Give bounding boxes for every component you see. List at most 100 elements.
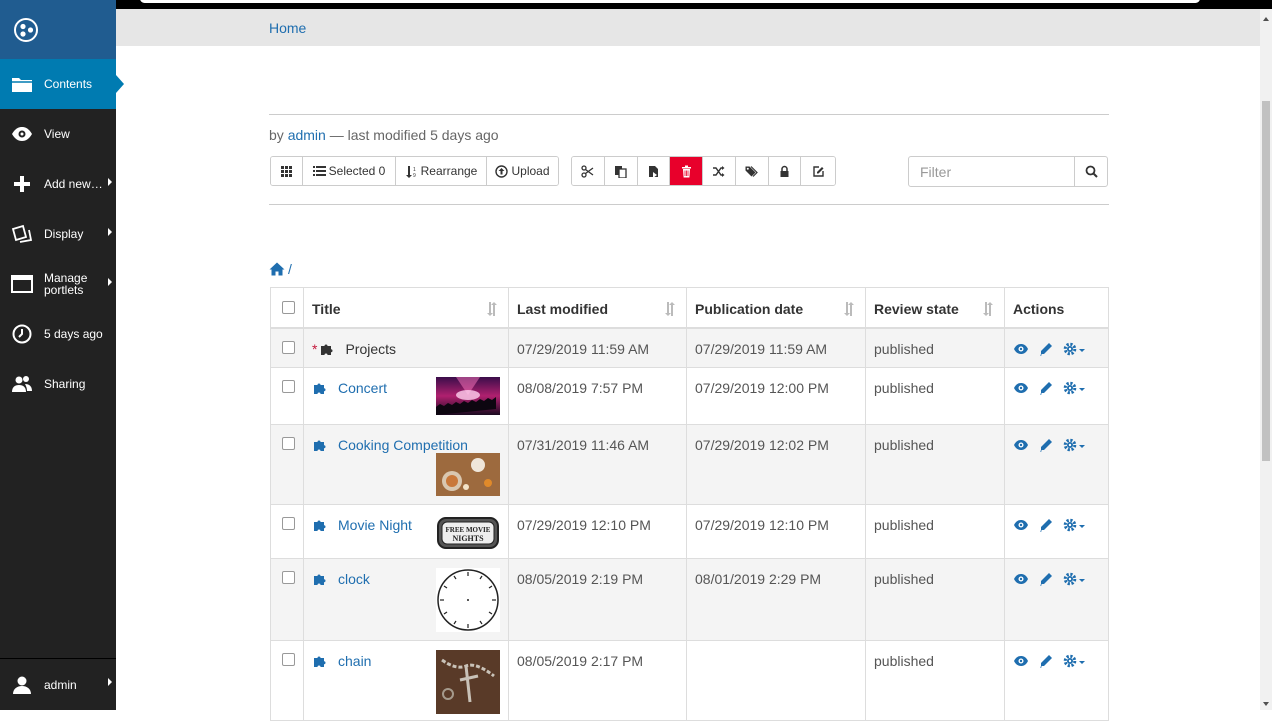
edit-action[interactable] xyxy=(1038,571,1054,587)
row-checkbox[interactable] xyxy=(282,653,295,666)
view-action[interactable] xyxy=(1013,653,1029,669)
more-actions-dropdown[interactable] xyxy=(1063,571,1087,587)
publication-date-cell: 08/01/2019 2:29 PM xyxy=(686,558,866,641)
tags-button[interactable] xyxy=(735,157,769,185)
edit-action[interactable] xyxy=(1038,653,1054,669)
state-button[interactable] xyxy=(768,157,802,185)
header-review-state-label: Review state xyxy=(874,301,959,317)
actions-cell xyxy=(1004,558,1109,641)
table-row[interactable]: clock 08/05/2019 2:19 PM 08/01/2019 2:29… xyxy=(270,558,1109,641)
toolbar-sharing[interactable]: Sharing xyxy=(0,359,116,409)
grid-icon xyxy=(281,165,292,177)
more-actions-dropdown[interactable] xyxy=(1063,341,1087,357)
row-title[interactable]: Cooking Competition xyxy=(338,437,468,453)
row-checkbox[interactable] xyxy=(282,380,295,393)
scroll-down-arrow[interactable] xyxy=(1263,702,1269,706)
selected-button-label: Selected 0 xyxy=(328,164,386,178)
row-checkbox[interactable] xyxy=(282,571,295,584)
svg-text:9: 9 xyxy=(413,173,416,178)
review-state-cell: published xyxy=(865,504,1005,559)
scrollbar[interactable] xyxy=(1260,9,1272,710)
breadcrumb-home[interactable]: Home xyxy=(269,20,306,36)
concert-thumbnail[interactable] xyxy=(436,377,500,415)
copy-button[interactable] xyxy=(604,157,638,185)
toolbar-contents[interactable]: Contents xyxy=(0,59,124,109)
upload-button[interactable]: Upload xyxy=(487,157,558,185)
plone-logo-icon xyxy=(14,17,38,42)
byline-author[interactable]: admin xyxy=(288,127,326,143)
contents-table: Title Last modified Publication date Rev… xyxy=(270,287,1109,721)
paste-button[interactable] xyxy=(637,157,671,185)
select-all-button[interactable] xyxy=(271,157,303,185)
filter-input[interactable] xyxy=(909,157,1075,186)
last-modified-cell: 08/08/2019 7:57 PM xyxy=(508,367,687,425)
header-review-state[interactable]: Review state xyxy=(865,287,1005,329)
row-checkbox[interactable] xyxy=(282,340,295,354)
eye-icon xyxy=(1014,520,1028,530)
view-action[interactable] xyxy=(1013,571,1029,587)
plone-logo[interactable] xyxy=(0,0,116,59)
top-strip xyxy=(116,0,1272,9)
edit-action[interactable] xyxy=(1038,517,1054,533)
pencil-icon xyxy=(1040,573,1052,586)
row-title[interactable]: Projects xyxy=(345,341,396,357)
scroll-thumb[interactable] xyxy=(1262,101,1270,461)
table-row[interactable]: Cooking Competition 07/31/2019 11:46 AM … xyxy=(270,424,1109,505)
eye-icon xyxy=(1014,440,1028,450)
row-checkbox[interactable] xyxy=(282,437,295,450)
rename-button[interactable] xyxy=(703,157,736,185)
select-all-checkbox[interactable] xyxy=(282,301,295,314)
view-action[interactable] xyxy=(1013,517,1029,533)
toolbar-user[interactable]: admin xyxy=(0,658,116,710)
properties-button[interactable] xyxy=(801,157,835,185)
cooking-thumbnail[interactable] xyxy=(436,453,500,496)
toolbar-add-new[interactable]: Add new… xyxy=(0,159,116,209)
row-title[interactable]: clock xyxy=(338,571,370,587)
chain-thumbnail[interactable] xyxy=(436,650,500,714)
more-actions-dropdown[interactable] xyxy=(1063,437,1087,453)
paste-icon xyxy=(648,165,658,178)
row-title[interactable]: chain xyxy=(338,653,371,669)
more-actions-dropdown[interactable] xyxy=(1063,380,1087,396)
header-title[interactable]: Title xyxy=(303,287,509,329)
selection-button-group: Selected 0 19 Rearrange Upload xyxy=(270,156,559,186)
search-icon xyxy=(1085,165,1098,178)
table-row[interactable]: Concert 08/08/2019 7:57 PM 07/29/2019 12… xyxy=(270,367,1109,425)
table-row[interactable]: chain 08/05/2019 2:17 PM published xyxy=(270,640,1109,721)
lock-icon xyxy=(780,165,789,177)
view-action[interactable] xyxy=(1013,380,1029,396)
toolbar-view[interactable]: View xyxy=(0,109,116,159)
rearrange-button-label: Rearrange xyxy=(420,164,478,178)
delete-button[interactable] xyxy=(670,157,703,185)
selected-button[interactable]: Selected 0 xyxy=(303,157,396,185)
toolbar-history[interactable]: 5 days ago xyxy=(0,309,116,359)
toolbar-manage-portlets[interactable]: Manage portlets xyxy=(0,259,116,309)
edit-action[interactable] xyxy=(1038,341,1054,357)
filter-search-button[interactable] xyxy=(1075,157,1107,186)
home-icon[interactable] xyxy=(269,262,285,276)
row-title[interactable]: Concert xyxy=(338,380,387,396)
row-title[interactable]: Movie Night xyxy=(338,517,412,533)
cut-button[interactable] xyxy=(572,157,605,185)
rearrange-button[interactable]: 19 Rearrange xyxy=(396,157,487,185)
path-separator[interactable]: / xyxy=(288,261,292,277)
toolbar-display[interactable]: Display xyxy=(0,209,116,259)
edit-action[interactable] xyxy=(1038,380,1054,396)
clock-thumbnail[interactable] xyxy=(436,568,500,632)
edit-action[interactable] xyxy=(1038,437,1054,453)
eye-icon xyxy=(1014,343,1028,354)
header-last-modified[interactable]: Last modified xyxy=(508,287,687,329)
table-row[interactable]: Movie Night FREE MOVIE NIGHTS 07/29/2019… xyxy=(270,504,1109,559)
gear-dropdown-icon xyxy=(1063,381,1085,395)
more-actions-dropdown[interactable] xyxy=(1063,653,1087,669)
scroll-up-arrow[interactable] xyxy=(1263,17,1269,21)
view-action[interactable] xyxy=(1013,437,1029,453)
header-publication-date[interactable]: Publication date xyxy=(686,287,866,329)
movie-night-thumbnail[interactable]: FREE MOVIE NIGHTS xyxy=(436,514,500,552)
more-actions-dropdown[interactable] xyxy=(1063,517,1087,533)
row-checkbox[interactable] xyxy=(282,517,295,530)
puzzle-icon xyxy=(314,656,326,667)
view-action[interactable] xyxy=(1013,341,1029,357)
table-row[interactable]: * Projects 07/29/2019 11:59 AM 07/29/2019… xyxy=(270,327,1109,368)
toolbar-manage-portlets-label: Manage portlets xyxy=(44,271,88,297)
